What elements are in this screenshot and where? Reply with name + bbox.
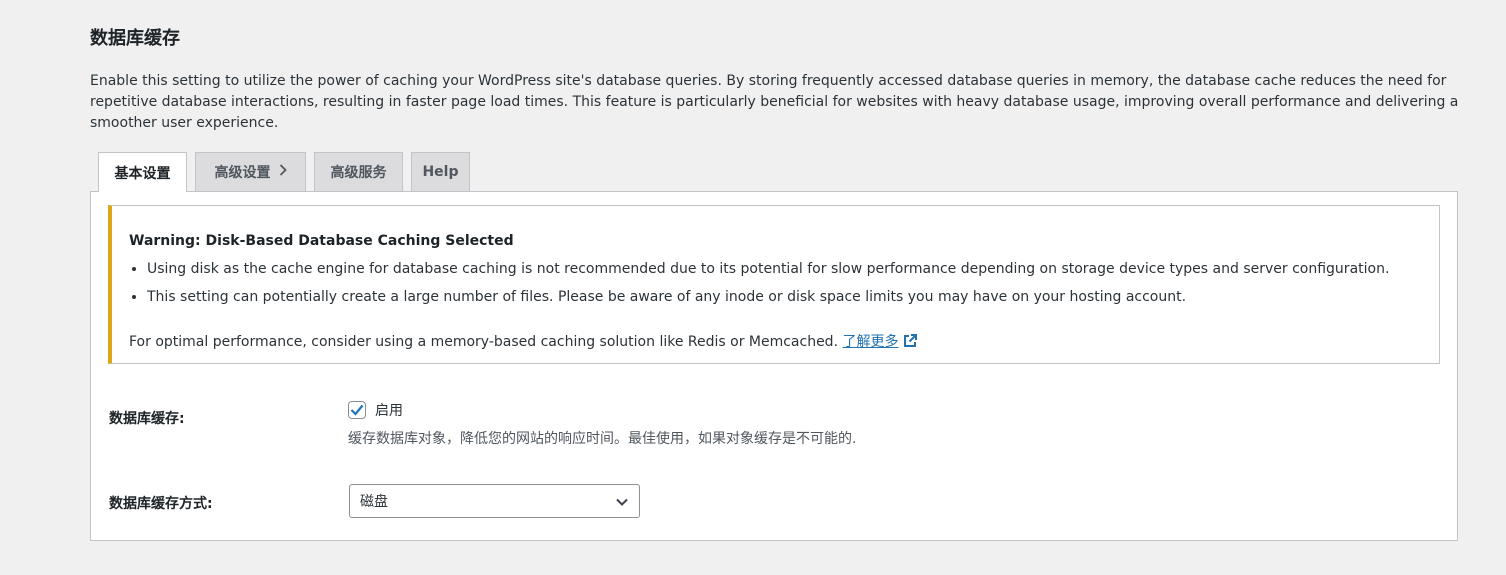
settings-panel: Warning: Disk-Based Database Caching Sel… bbox=[90, 191, 1458, 541]
check-icon bbox=[350, 404, 364, 416]
chevron-down-icon bbox=[615, 495, 629, 513]
db-cache-help-text: 缓存数据库对象，降低您的网站的响应时间。最佳使用，如果对象缓存是不可能的. bbox=[348, 431, 857, 447]
tab-label: 高级设置 bbox=[214, 165, 271, 181]
db-cache-enable: 启用 bbox=[348, 400, 403, 420]
db-cache-method-label: 数据库缓存方式: bbox=[109, 496, 213, 512]
list-item: This setting can potentially create a la… bbox=[147, 287, 1389, 307]
tab-label: Help bbox=[422, 164, 459, 180]
notice-footer-text: For optimal performance, consider using … bbox=[129, 334, 839, 350]
tab-label: 基本设置 bbox=[114, 165, 171, 182]
list-item: Using disk as the cache engine for datab… bbox=[147, 259, 1389, 279]
notice-title: Warning: Disk-Based Database Caching Sel… bbox=[129, 233, 514, 249]
db-cache-label: 数据库缓存: bbox=[109, 411, 185, 427]
db-cache-checkbox[interactable] bbox=[348, 401, 366, 419]
tab-basic-settings[interactable]: 基本设置 bbox=[98, 152, 187, 192]
page-description: Enable this setting to utilize the power… bbox=[90, 73, 1459, 131]
notice-footer: For optimal performance, consider using … bbox=[129, 332, 918, 355]
tab-advanced-settings[interactable]: 高级设置 bbox=[195, 152, 306, 191]
chevron-right-icon bbox=[279, 164, 287, 180]
page-title: 数据库缓存 bbox=[90, 28, 180, 49]
checkbox-label: 启用 bbox=[375, 403, 403, 419]
select-value: 磁盘 bbox=[360, 494, 388, 510]
tab-help[interactable]: Help bbox=[411, 152, 470, 191]
external-link-icon[interactable] bbox=[902, 333, 918, 355]
learn-more-label: 了解更多 bbox=[842, 334, 899, 350]
tab-label: 高级服务 bbox=[330, 165, 387, 181]
tab-advanced-services[interactable]: 高级服务 bbox=[314, 152, 403, 191]
notice-list: Using disk as the cache engine for datab… bbox=[129, 259, 1389, 315]
db-cache-method-select[interactable]: 磁盘 bbox=[349, 484, 640, 518]
learn-more-link[interactable]: 了解更多 bbox=[842, 334, 898, 350]
warning-notice: Warning: Disk-Based Database Caching Sel… bbox=[108, 205, 1440, 364]
